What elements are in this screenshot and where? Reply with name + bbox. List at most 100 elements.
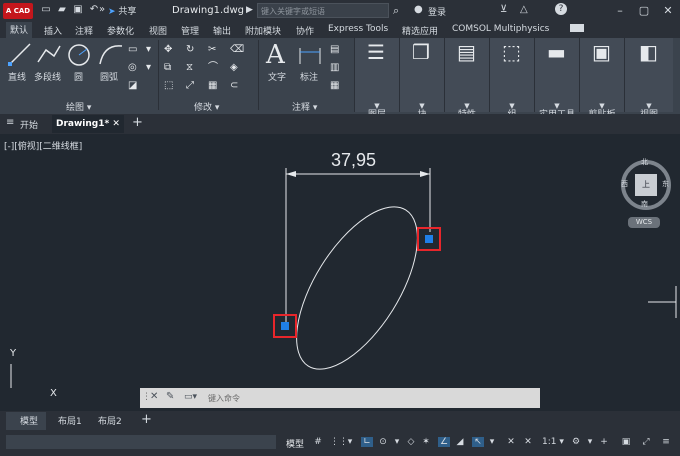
trim-icon[interactable]: ✂ — [208, 44, 216, 56]
erase-icon[interactable]: ⌫ — [230, 44, 244, 56]
dimension-value[interactable]: 37,95 — [331, 150, 376, 171]
group-panel[interactable]: ⬚ 组 ▼ — [489, 38, 534, 120]
gradient-icon[interactable]: ◪ — [128, 80, 137, 92]
line-icon[interactable] — [8, 42, 32, 66]
gear-icon[interactable]: ⚙ — [570, 437, 582, 447]
offset-icon[interactable]: ⊂ — [230, 80, 238, 92]
stretch-icon[interactable]: ⬚ — [164, 80, 173, 92]
layer-panel[interactable]: ☰ 图层 ▼ — [354, 38, 399, 120]
chevron-down-icon[interactable]: ▾ — [344, 437, 356, 447]
rectangle-icon[interactable]: ▭ — [128, 44, 137, 56]
tab-collaborate[interactable]: 协作 — [296, 24, 314, 37]
draw-more2-icon[interactable]: ▾ — [146, 62, 151, 74]
menu-icon[interactable]: ≡ — [6, 117, 14, 128]
annotation-visibility-icon[interactable]: ✕ — [505, 437, 517, 447]
circle-icon[interactable] — [66, 42, 92, 68]
text-icon[interactable]: A — [266, 40, 285, 70]
compass-east[interactable]: 东 — [662, 179, 669, 189]
tab-comsol[interactable]: COMSOL Multiphysics — [452, 24, 549, 34]
drawing-canvas[interactable] — [0, 134, 680, 388]
save-icon[interactable]: ▣ — [72, 4, 84, 16]
add-tab-icon[interactable]: + — [132, 115, 143, 130]
tab-view[interactable]: 视图 — [149, 24, 167, 37]
tab-layout2[interactable]: 布局2 — [98, 414, 122, 427]
search-input[interactable]: 键入关键字或短语 — [257, 3, 389, 18]
new-file-icon[interactable]: ▭ — [40, 4, 52, 16]
customize-menu-icon[interactable]: ≡ — [660, 437, 672, 447]
tab-model[interactable]: 模型 — [20, 414, 38, 427]
utilities-panel[interactable]: ▬ 实用工具 ▼ — [534, 38, 579, 120]
panel-toggle-icon[interactable] — [570, 24, 584, 32]
annotation-scale-icon[interactable]: ✕ — [522, 437, 534, 447]
tab-start[interactable]: 开始 — [20, 118, 38, 131]
grid-icon[interactable]: # — [312, 437, 324, 447]
polar-icon[interactable]: ⊙ — [377, 437, 389, 447]
close-tab-icon[interactable]: ✕ — [112, 119, 120, 129]
customize-wrench-icon[interactable]: ✎ — [166, 391, 174, 402]
more-icon[interactable]: » — [96, 4, 108, 16]
chevron-down-icon[interactable]: ▾ — [391, 437, 403, 447]
command-history-icon[interactable]: ▭▾ — [184, 392, 197, 402]
minimize-icon[interactable]: – — [612, 3, 628, 19]
tab-drawing1[interactable]: Drawing1* ✕ — [52, 115, 124, 133]
block-panel[interactable]: ❒ 块 ▼ — [399, 38, 444, 120]
workspace-icon[interactable]: ▣ — [620, 437, 632, 447]
isodraft-icon[interactable]: ◇ — [405, 437, 417, 447]
login-button[interactable]: 登录 — [428, 5, 446, 18]
scale-icon[interactable]: ⤢ — [186, 80, 194, 92]
tab-insert[interactable]: 插入 — [44, 24, 62, 37]
share-button[interactable]: ➤ 共享 — [108, 4, 136, 17]
app-logo[interactable]: A CAD — [3, 3, 33, 19]
close-icon[interactable]: ✕ — [660, 3, 676, 19]
wcs-button[interactable]: WCS — [628, 217, 660, 228]
draw-more-icon[interactable]: ▾ — [146, 44, 151, 56]
command-line[interactable] — [140, 388, 540, 408]
compass-north[interactable]: 北 — [641, 157, 648, 167]
ortho-icon[interactable]: ∟ — [361, 437, 373, 447]
mirror-icon[interactable]: ⧖ — [186, 62, 193, 74]
properties-panel[interactable]: ▤ 特性 ▼ — [444, 38, 489, 120]
model-space-button[interactable]: 模型 — [286, 437, 304, 450]
compass-west[interactable]: 西 — [621, 179, 628, 189]
dimension-icon[interactable] — [298, 44, 322, 66]
polyline-icon[interactable] — [36, 42, 62, 66]
draw-panel-title[interactable]: 绘图 ▾ — [66, 100, 91, 113]
table-icon[interactable]: ▦ — [330, 80, 339, 92]
snap-icon[interactable]: ⋮⋮ — [330, 437, 348, 447]
tracking-icon[interactable]: ✶ — [420, 437, 432, 447]
chevron-down-icon[interactable]: ▾ — [486, 437, 498, 447]
maximize-icon[interactable]: ▢ — [636, 3, 652, 19]
tab-addins[interactable]: 附加模块 — [245, 24, 281, 37]
modify-panel-title[interactable]: 修改 ▾ — [194, 100, 219, 113]
rotate-icon[interactable]: ↻ — [186, 44, 194, 56]
cart-icon[interactable]: ⊻ — [500, 4, 507, 15]
view-panel[interactable]: ◧ 视图 ▼ — [624, 38, 673, 120]
fillet-icon[interactable]: ⌒ — [208, 62, 218, 74]
triangle-icon[interactable]: △ — [520, 4, 528, 15]
move-icon[interactable]: ✥ — [164, 44, 172, 56]
osnap-icon[interactable]: ∠ — [438, 437, 450, 447]
tab-parametric[interactable]: 参数化 — [107, 24, 134, 37]
array-icon[interactable]: ▦ — [208, 80, 217, 92]
tab-manage[interactable]: 管理 — [181, 24, 199, 37]
fullscreen-icon[interactable]: ⤢ — [640, 437, 652, 447]
hatch-icon[interactable]: ◎ — [128, 62, 137, 74]
close-cmd-icon[interactable]: ✕ — [150, 391, 158, 402]
tab-express-tools[interactable]: Express Tools — [328, 24, 388, 34]
arc-icon[interactable] — [98, 42, 124, 66]
copy-icon[interactable]: ⧉ — [164, 62, 171, 74]
explode-icon[interactable]: ◈ — [230, 62, 238, 74]
annotation-panel-title[interactable]: 注释 ▾ — [292, 100, 317, 113]
add-layout-icon[interactable]: + — [141, 412, 152, 427]
search-icon[interactable]: ⌕ — [393, 4, 399, 18]
tab-output[interactable]: 输出 — [213, 24, 231, 37]
clipboard-panel[interactable]: ▣ 剪贴板 ▼ — [579, 38, 624, 120]
lineweight-icon[interactable]: ◢ — [454, 437, 466, 447]
help-icon[interactable]: ? — [555, 3, 567, 15]
tab-annotate[interactable]: 注释 — [75, 24, 93, 37]
annot-tool-icon[interactable]: ▤ — [330, 44, 339, 56]
annot-tool2-icon[interactable]: ▥ — [330, 62, 339, 74]
command-input[interactable]: 键入命令 — [208, 393, 240, 404]
open-folder-icon[interactable]: ▰ — [56, 4, 68, 16]
tab-layout1[interactable]: 布局1 — [58, 414, 82, 427]
